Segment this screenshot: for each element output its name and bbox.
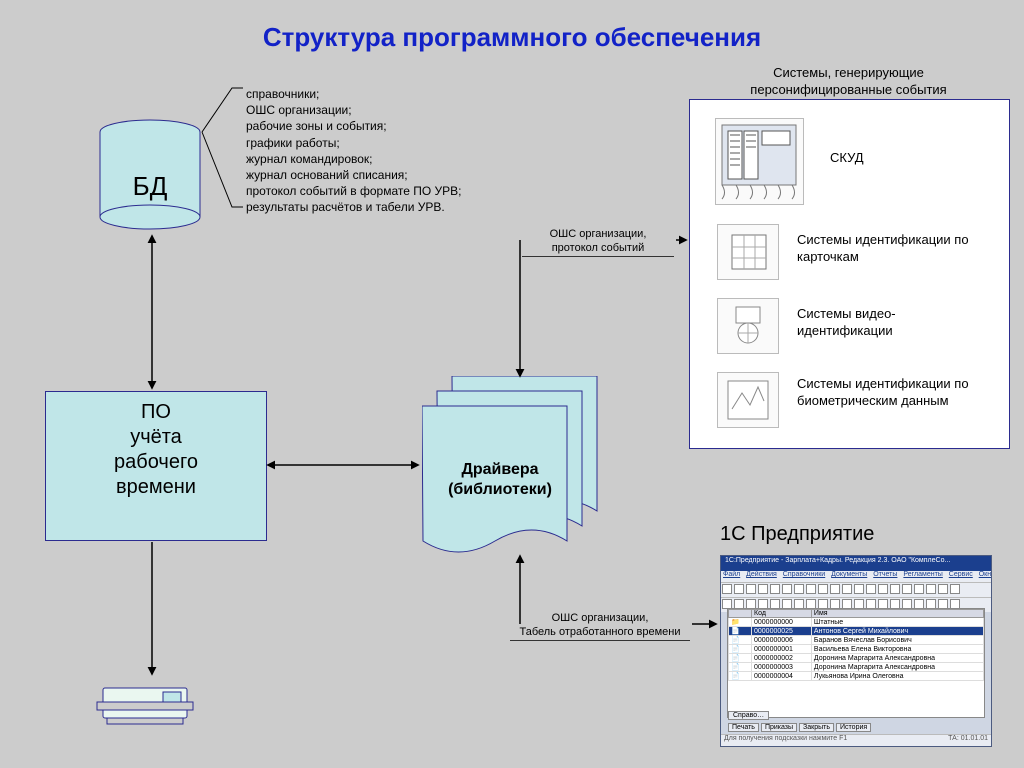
sys-label-video: Системы видео-идентификации (797, 306, 987, 340)
po-box: ПО учёта рабочего времени (45, 391, 267, 541)
sys-label-skud: СКУД (830, 150, 1020, 167)
list-item: графики работы; (246, 135, 462, 151)
table-row[interactable]: 📄0000000001Васильева Елена Викторовна (729, 645, 984, 654)
skud-icon (715, 118, 804, 205)
table-row[interactable]: 📄0000000004Лукьянова Ирина Олеговна (729, 672, 984, 681)
systems-title: Системы, генерирующие персонифицированны… (689, 65, 1008, 99)
list-item: журнал оснований списания; (246, 167, 462, 183)
app1c-button[interactable]: История (836, 723, 871, 732)
table-row[interactable]: 📄0000000002Доронина Маргарита Александро… (729, 654, 984, 663)
cards-icon (717, 224, 779, 280)
edge-label-bottom: ОШС организации, Табель отработанного вр… (510, 612, 690, 641)
list-item: журнал командировок; (246, 151, 462, 167)
diagram-title: Структура программного обеспечения (0, 22, 1024, 53)
edge-label-top: ОШС организации, протокол событий (522, 228, 674, 257)
menu-item[interactable]: Действия (746, 571, 777, 578)
sys-label-bio: Системы идентификации по биометрическим … (797, 376, 987, 410)
list-item: результаты расчётов и табели УРВ. (246, 199, 462, 215)
app1c-title: 1С Предприятие (720, 523, 874, 546)
col-header[interactable]: Имя (811, 610, 983, 618)
app1c-tab[interactable]: Справо… (728, 711, 769, 720)
app1c-button[interactable]: Закрыть (799, 723, 834, 732)
menu-item[interactable]: Отчеты (873, 571, 897, 578)
list-item: ОШС организации; (246, 102, 462, 118)
menu-item[interactable]: Регламенты (903, 571, 942, 578)
app1c-buttonrow: Печать Приказы Закрыть История (728, 723, 871, 732)
menu-item[interactable]: Окна (979, 571, 991, 578)
db-item-list: справочники; ОШС организации; рабочие зо… (246, 86, 462, 216)
app1c-titlebar: 1С:Предприятие - Зарплата+Кадры. Редакци… (721, 556, 991, 571)
list-item: справочники; (246, 86, 462, 102)
app1c-menubar: Файл Действия Справочники Документы Отче… (721, 571, 991, 582)
status-right: ТА: 01.01.01 (948, 735, 988, 746)
drivers-box-label: Драйвера (библиотеки) (430, 460, 570, 500)
list-item: рабочие зоны и события; (246, 118, 462, 134)
app1c-grid: Код Имя 📁0000000000Штатные 📄0000000025Ан… (727, 608, 985, 718)
table-row[interactable]: 📄0000000003Доронина Маргарита Александро… (729, 663, 984, 672)
po-box-label: ПО учёта рабочего времени (46, 392, 266, 500)
status-left: Для получения подсказки нажмите F1 (724, 735, 847, 746)
table-row[interactable]: 📄0000000025Антонов Сергей Михайлович (729, 627, 984, 636)
app1c-button[interactable]: Печать (728, 723, 759, 732)
menu-item[interactable]: Файл (723, 571, 740, 578)
db-cylinder: БД (95, 117, 205, 237)
app1c-toolbar-1 (721, 582, 991, 597)
printer-icon (95, 678, 195, 738)
app1c-window: 1С:Предприятие - Зарплата+Кадры. Редакци… (720, 555, 992, 747)
sys-label-cards: Системы идентификации по карточкам (797, 232, 987, 266)
col-header[interactable]: Код (752, 610, 812, 618)
table-row[interactable]: 📁0000000000Штатные (729, 618, 984, 627)
app1c-button[interactable]: Приказы (761, 723, 797, 732)
table-row[interactable]: 📄0000000006Баранов Вячеслав Борисович (729, 636, 984, 645)
menu-item[interactable]: Сервис (949, 571, 973, 578)
list-item: протокол событий в формате ПО УРВ; (246, 183, 462, 199)
db-label: БД (133, 171, 168, 201)
menu-item[interactable]: Документы (831, 571, 867, 578)
menu-item[interactable]: Справочники (783, 571, 825, 578)
bio-icon (717, 372, 779, 428)
app1c-statusbar: Для получения подсказки нажмите F1 ТА: 0… (721, 734, 991, 746)
video-icon (717, 298, 779, 354)
